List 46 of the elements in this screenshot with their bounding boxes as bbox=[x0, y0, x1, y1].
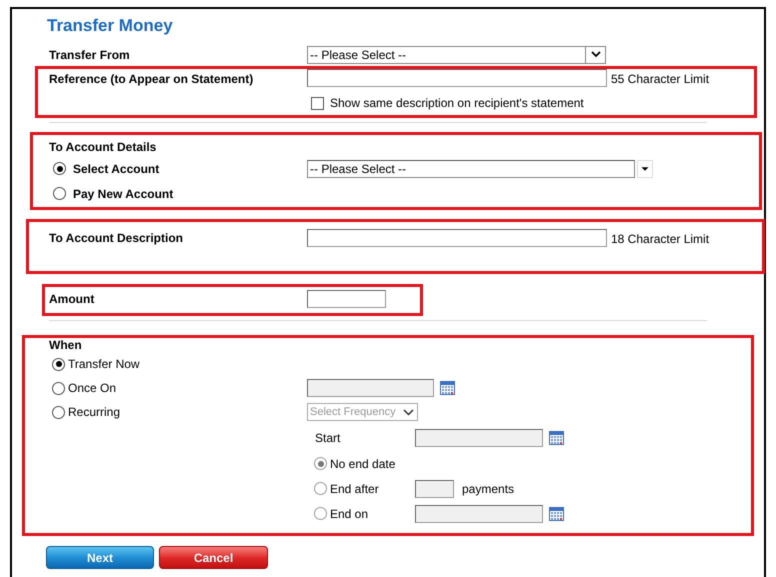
section-heading: To Account Details bbox=[49, 139, 158, 156]
payments-label: payments bbox=[462, 480, 514, 498]
radio-button[interactable] bbox=[52, 358, 65, 370]
field-label: Reference (to Appear on Statement) bbox=[49, 71, 254, 88]
calendar-icon[interactable] bbox=[549, 506, 564, 520]
chevron-down-icon bbox=[590, 51, 600, 58]
description-field[interactable] bbox=[307, 229, 607, 247]
radio-label: Recurring bbox=[68, 404, 120, 421]
chevron-down-icon bbox=[403, 408, 414, 416]
radio-button[interactable] bbox=[53, 187, 66, 200]
character-limit-note: 55 Character Limit bbox=[611, 71, 710, 88]
calendar-icon[interactable] bbox=[549, 431, 564, 445]
next-button[interactable]: Next bbox=[46, 546, 154, 569]
start-date-field[interactable] bbox=[415, 429, 543, 447]
cancel-button[interactable]: Cancel bbox=[159, 546, 268, 569]
section-heading: When bbox=[49, 337, 83, 352]
radio-label: Pay New Account bbox=[73, 186, 174, 202]
radio-label: Once On bbox=[68, 380, 116, 397]
field-label: To Account Description bbox=[49, 230, 184, 247]
radio-button[interactable] bbox=[52, 382, 65, 394]
page-title: Transfer Money bbox=[47, 15, 174, 35]
amount-field[interactable] bbox=[307, 290, 386, 308]
calendar-icon[interactable] bbox=[440, 381, 455, 395]
radio-button[interactable] bbox=[314, 457, 327, 470]
field-label: Transfer From bbox=[49, 46, 131, 64]
radio-label: End after bbox=[330, 480, 379, 498]
field-label: Amount bbox=[49, 291, 96, 308]
checkbox[interactable] bbox=[311, 96, 324, 110]
caret-down-icon bbox=[637, 160, 653, 178]
radio-button[interactable] bbox=[53, 162, 66, 175]
radio-button[interactable] bbox=[314, 482, 327, 495]
radio-button[interactable] bbox=[52, 406, 65, 418]
start-label: Start bbox=[314, 430, 342, 447]
character-limit-note: 18 Character Limit bbox=[611, 231, 710, 248]
radio-label: End on bbox=[330, 506, 368, 522]
radio-button[interactable] bbox=[314, 507, 327, 520]
radio-label: Select Account bbox=[73, 160, 160, 178]
reference-field[interactable] bbox=[307, 69, 607, 87]
date-field[interactable] bbox=[307, 379, 434, 397]
dropdown[interactable]: -- Please Select -- bbox=[307, 46, 606, 64]
end-date-field[interactable] bbox=[415, 504, 543, 522]
radio-label: Transfer Now bbox=[68, 356, 140, 373]
payments-count-field[interactable] bbox=[415, 480, 454, 498]
frequency-dropdown[interactable]: Select Frequency bbox=[307, 403, 418, 421]
radio-label: No end date bbox=[330, 456, 396, 472]
checkbox-label: Show same description on recipient's statement bbox=[330, 95, 584, 112]
